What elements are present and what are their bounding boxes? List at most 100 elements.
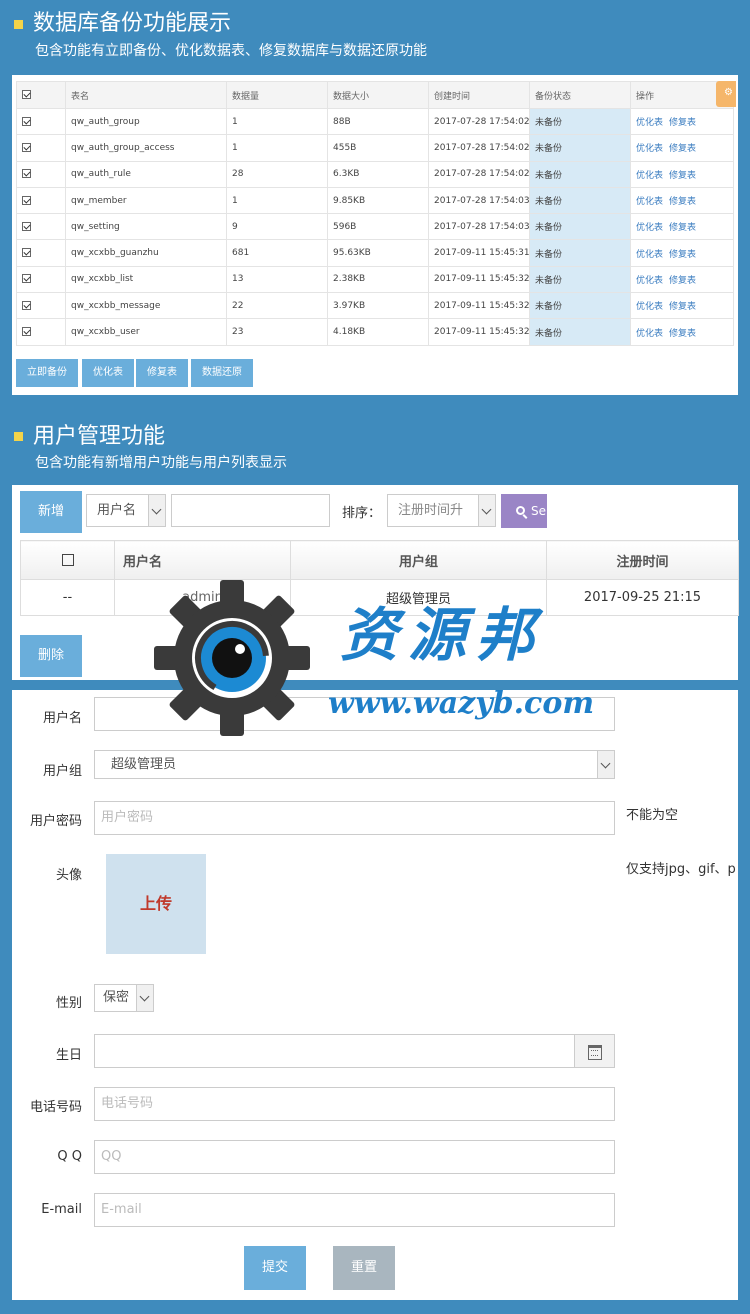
row-table-name: qw_member	[65, 186, 227, 215]
calendar-icon[interactable]	[574, 1035, 614, 1067]
repair-link[interactable]: 修复表	[669, 223, 696, 233]
optimize-link[interactable]: 优化表	[636, 223, 663, 233]
email-input[interactable]: E-mail	[94, 1193, 615, 1227]
repair-button[interactable]: 修复表	[136, 359, 188, 387]
row-status: 未备份	[529, 186, 631, 215]
username-input[interactable]	[94, 697, 615, 731]
filter-field-select[interactable]: 用户名	[86, 494, 166, 527]
row-size: 6.3KB	[327, 160, 429, 188]
backup-table: 表名 数据量 数据大小 创建时间 备份状态 操作 qw_auth_group 1 8…	[16, 81, 734, 346]
group-select[interactable]: 超级管理员	[94, 750, 615, 779]
user-table: 用户名 用户组 注册时间 -- admin 超级管理员 2017-09-25 2…	[20, 540, 739, 616]
optimize-link[interactable]: 优化表	[636, 250, 663, 260]
repair-link[interactable]: 修复表	[669, 302, 696, 312]
optimize-button[interactable]: 优化表	[82, 359, 134, 387]
password-input[interactable]: 用户密码	[94, 801, 615, 835]
add-user-button[interactable]: 新增	[20, 491, 82, 533]
repair-link[interactable]: 修复表	[669, 171, 696, 181]
table-row[interactable]: qw_xcxbb_list 13 2.38KB 2017-09-11 15:45:32…	[16, 265, 734, 294]
row-size: 9.85KB	[327, 186, 429, 215]
bullet-icon	[14, 432, 23, 441]
section-title: 数据库备份功能展示	[33, 11, 232, 36]
row-checkbox[interactable]	[22, 116, 31, 126]
row-created: 2017-09-11 15:45:31	[428, 239, 530, 267]
backup-panel: 表名 数据量 数据大小 创建时间 备份状态 操作 qw_auth_group 1 8…	[12, 75, 738, 395]
row-table-name: qw_xcxbb_message	[65, 292, 227, 320]
row-size: 4.18KB	[327, 318, 429, 346]
table-row[interactable]: qw_member 1 9.85KB 2017-07-28 17:54:03 未备份 优化…	[16, 186, 734, 215]
qq-input[interactable]: QQ	[94, 1140, 615, 1174]
submit-button[interactable]: 提交	[244, 1246, 306, 1290]
table-row[interactable]: qw_setting 9 596B 2017-07-28 17:54:03 未备份 优化表…	[16, 213, 734, 241]
search-input[interactable]	[171, 494, 330, 527]
repair-link[interactable]: 修复表	[669, 197, 696, 207]
settings-tab[interactable]: ⚙	[716, 81, 736, 107]
row-count: 1	[226, 134, 328, 162]
select-all-checkbox[interactable]	[61, 554, 74, 566]
row-created: 2017-07-28 17:54:02	[428, 107, 530, 136]
phone-input[interactable]: 电话号码	[94, 1087, 615, 1121]
table-row[interactable]: qw_auth_group 1 88B 2017-07-28 17:54:02 未备份优…	[16, 107, 734, 136]
table-row[interactable]: qw_xcxbb_message 22 3.97KB 2017-09-11 15:45…	[16, 292, 734, 320]
row-id: --	[20, 579, 115, 616]
reset-button[interactable]: 重置	[333, 1246, 395, 1290]
qq-label: Q Q	[57, 1149, 82, 1164]
search-button[interactable]: Se	[501, 494, 547, 528]
row-checkbox[interactable]	[22, 300, 31, 310]
sort-select[interactable]: 注册时间升	[387, 494, 496, 527]
table-row[interactable]: qw_auth_rule 28 6.3KB 2017-07-28 17:54:02 未备…	[16, 160, 734, 188]
col-header: 数据大小	[327, 81, 429, 109]
section-header-users: 用户管理功能 包含功能有新增用户功能与用户列表显示	[0, 420, 750, 480]
row-checkbox[interactable]	[22, 274, 31, 284]
upload-button[interactable]: 上传	[106, 854, 206, 954]
row-checkbox[interactable]	[22, 327, 31, 337]
optimize-link[interactable]: 优化表	[636, 171, 663, 181]
section-header-backup: 数据库备份功能展示 包含功能有立即备份、优化数据表、修复数据库与数据还原功能	[0, 0, 750, 70]
chevron-down-icon	[136, 985, 153, 1011]
row-created: 2017-07-28 17:54:03	[428, 213, 530, 241]
optimize-link[interactable]: 优化表	[636, 197, 663, 207]
row-checkbox[interactable]	[22, 248, 31, 258]
user-form-panel: 用户名 用户组 超级管理员 用户密码 用户密码 不能为空 头像 上传 仅支持jp…	[12, 690, 738, 1300]
row-checkbox[interactable]	[22, 169, 31, 179]
repair-link[interactable]: 修复表	[669, 250, 696, 260]
row-table-name: qw_xcxbb_guanzhu	[65, 239, 227, 267]
table-row[interactable]: -- admin 超级管理员 2017-09-25 21:15	[20, 579, 739, 616]
optimize-link[interactable]: 优化表	[636, 329, 663, 339]
optimize-link[interactable]: 优化表	[636, 302, 663, 312]
row-checkbox[interactable]	[22, 142, 31, 152]
row-created: 2017-09-11 15:45:32	[428, 265, 530, 294]
repair-link[interactable]: 修复表	[669, 329, 696, 339]
row-size: 596B	[327, 213, 429, 241]
repair-link[interactable]: 修复表	[669, 144, 696, 154]
row-operations: 优化表 修复表	[630, 318, 734, 346]
col-header: 用户名	[114, 540, 291, 580]
table-row[interactable]: qw_auth_group_access 1 455B 2017-07-28 17:5…	[16, 134, 734, 162]
restore-button[interactable]: 数据还原	[191, 359, 253, 387]
row-size: 2.38KB	[327, 265, 429, 294]
birthday-input[interactable]	[94, 1034, 615, 1068]
delete-button[interactable]: 删除	[20, 635, 82, 677]
row-created: 2017-09-11 15:45:32	[428, 318, 530, 346]
row-checkbox[interactable]	[22, 195, 31, 205]
backup-now-button[interactable]: 立即备份	[16, 359, 78, 387]
section-subtitle: 包含功能有立即备份、优化数据表、修复数据库与数据还原功能	[35, 43, 427, 59]
email-label: E-mail	[41, 1202, 82, 1217]
optimize-link[interactable]: 优化表	[636, 144, 663, 154]
gender-select[interactable]: 保密	[94, 984, 154, 1012]
row-table-name: qw_auth_group	[65, 107, 227, 136]
section-title: 用户管理功能	[33, 424, 166, 449]
optimize-link[interactable]: 优化表	[636, 118, 663, 128]
table-row[interactable]: qw_xcxbb_user 23 4.18KB 2017-09-11 15:45:32…	[16, 318, 734, 346]
select-all-checkbox[interactable]	[22, 90, 31, 99]
gender-value: 保密	[103, 990, 130, 1005]
row-status: 未备份	[529, 160, 631, 188]
gender-label: 性别	[55, 996, 82, 1011]
password-hint: 不能为空	[626, 808, 679, 823]
row-checkbox[interactable]	[22, 221, 31, 231]
table-row[interactable]: qw_xcxbb_guanzhu 681 95.63KB 2017-09-11 15:…	[16, 239, 734, 267]
col-header: 表名	[65, 81, 227, 109]
repair-link[interactable]: 修复表	[669, 118, 696, 128]
optimize-link[interactable]: 优化表	[636, 276, 663, 286]
repair-link[interactable]: 修复表	[669, 276, 696, 286]
